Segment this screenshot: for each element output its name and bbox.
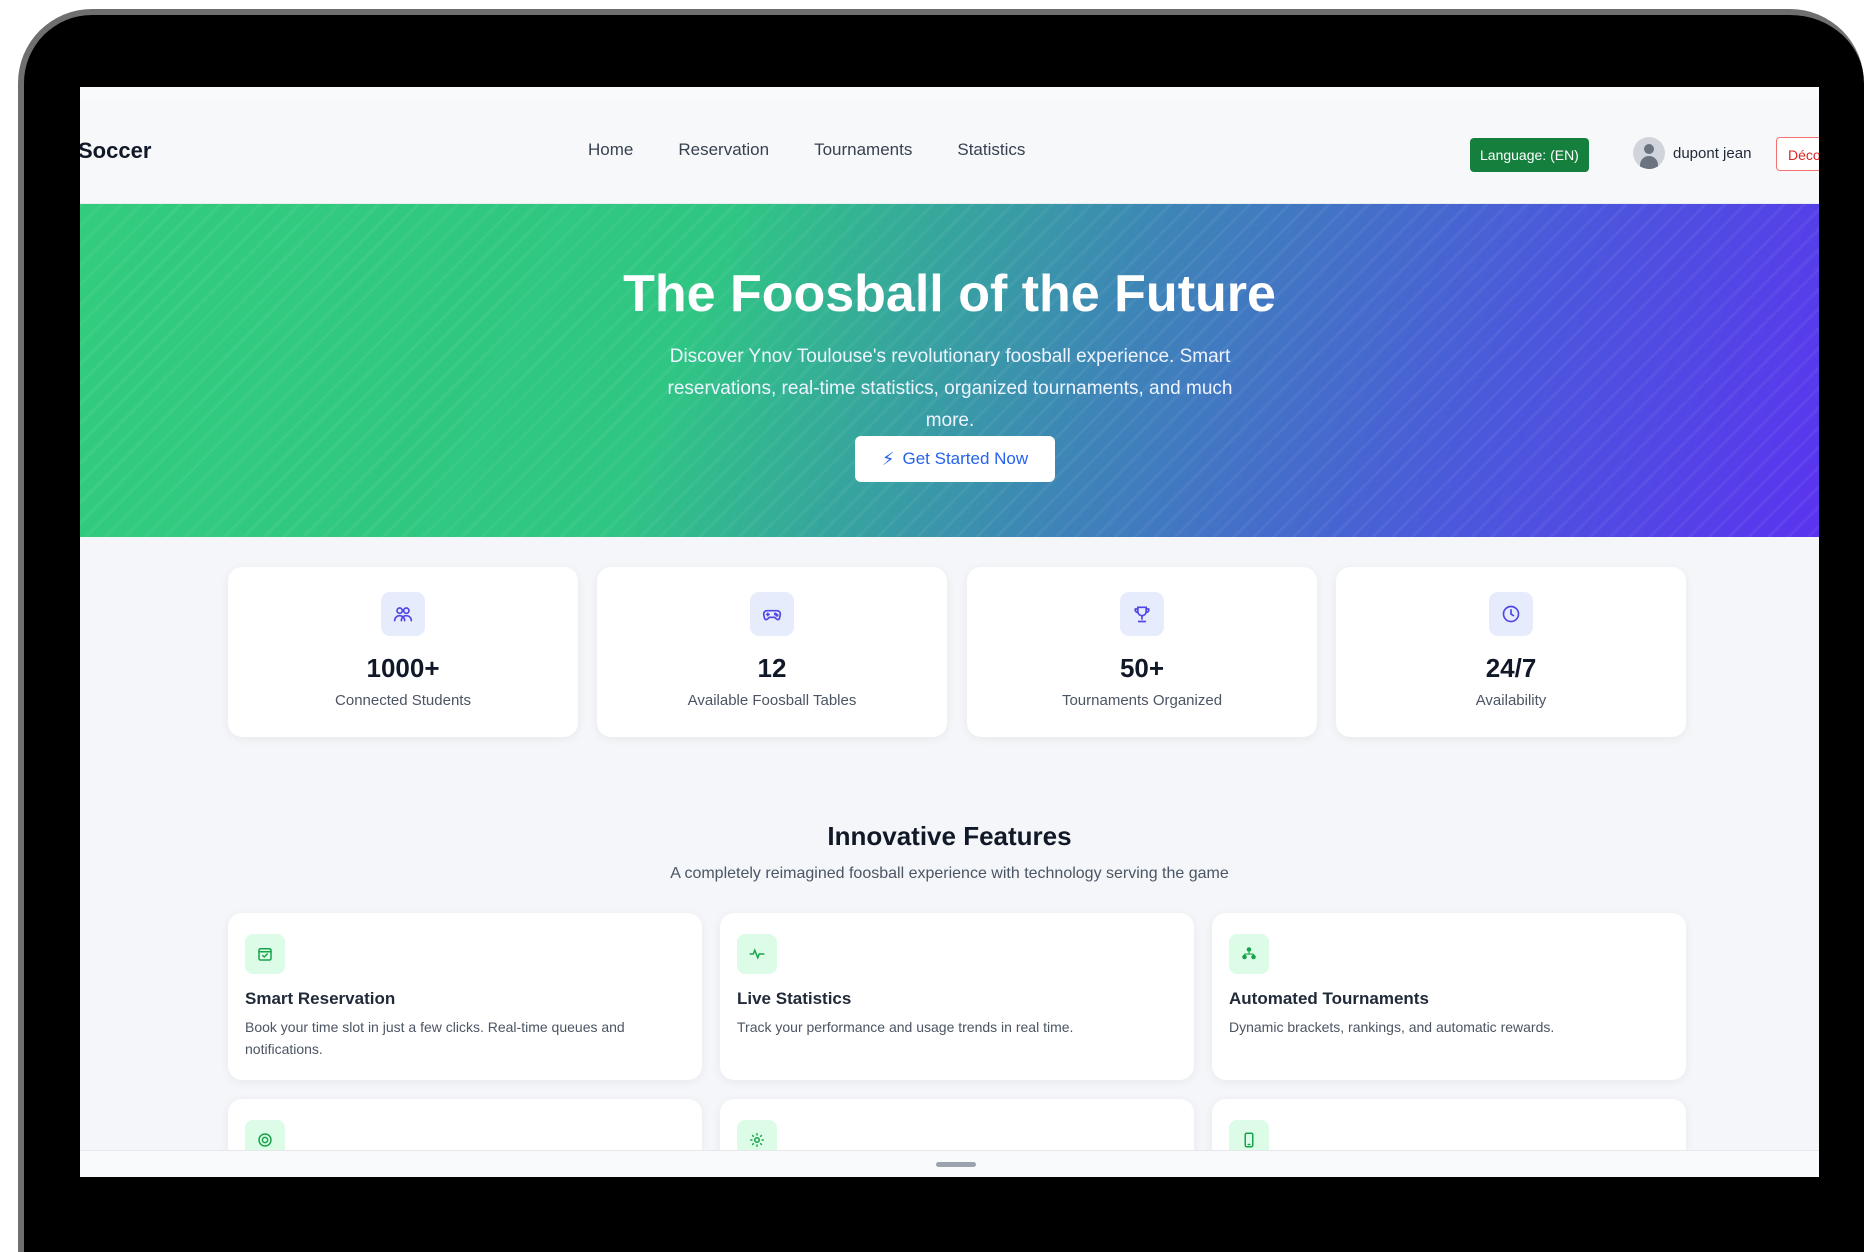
get-started-button[interactable]: ⚡ Get Started Now [855,436,1055,482]
nav-links: Home Reservation Tournaments Statistics [588,140,1025,160]
features-subtitle: A completely reimagined foosball experie… [670,865,1229,882]
feature-card[interactable]: Smart Reservation Book your time slot in… [228,913,702,1080]
stat-value: 50+ [1119,653,1165,683]
nav-link-reservation[interactable]: Reservation [678,140,769,160]
stat-label: Available Foosball Tables [687,692,857,709]
language-button[interactable]: Language: (EN) [1470,138,1589,172]
logout-button[interactable]: Déco [1776,137,1819,171]
feature-description: Book your time slot in just a few clicks… [245,1019,625,1057]
user-avatar-icon [1633,137,1665,169]
drag-handle[interactable] [936,1162,976,1167]
feature-card[interactable]: Live Statistics Track your performance a… [720,913,1194,1080]
hero-title: The Foosball of the Future [623,265,1276,323]
feature-description: Track your performance and usage trends … [737,1019,1074,1035]
feature-card[interactable]: Automated Tournaments Dynamic brackets, … [1212,913,1686,1080]
nav-link-statistics[interactable]: Statistics [957,140,1025,160]
stat-card: 24/7 Availability [1336,567,1686,737]
users-icon [381,592,425,636]
stat-card: 1000+ Connected Students [228,567,578,737]
stat-card: 12 Available Foosball Tables [597,567,947,737]
lightning-icon: ⚡ [881,448,895,469]
top-strip [80,87,1819,100]
activity-icon [737,934,777,974]
stat-label: Tournaments Organized [1061,692,1223,709]
feature-name: Smart Reservation [245,989,396,1008]
get-started-label: Get Started Now [902,449,1029,468]
brand-logo[interactable]: Soccer [80,138,151,164]
clock-icon [1489,592,1533,636]
feature-description: Dynamic brackets, rankings, and automati… [1229,1019,1555,1035]
bottom-bar [80,1150,1819,1177]
stat-label: Connected Students [335,692,471,709]
user-menu[interactable]: dupont jean [1633,137,1751,169]
stat-card: 50+ Tournaments Organized [967,567,1317,737]
bracket-icon [1229,934,1269,974]
navbar: Soccer Home Reservation Tournaments Stat… [80,100,1819,204]
stat-value: 24/7 [1485,653,1537,683]
hero-subtitle: Discover Ynov Toulouse's revolutionary f… [667,346,1233,431]
nav-link-home[interactable]: Home [588,140,633,160]
features-title: Innovative Features [827,821,1072,851]
feature-name: Live Statistics [737,989,852,1008]
hero-section: The Foosball of the Future Discover Ynov… [80,204,1819,537]
feature-name: Automated Tournaments [1229,989,1429,1008]
stat-label: Availability [1475,692,1547,709]
gamepad-icon [750,592,794,636]
trophy-icon [1120,592,1164,636]
stat-value: 1000+ [366,653,440,683]
browser-viewport: Soccer Home Reservation Tournaments Stat… [80,87,1819,1177]
user-name: dupont jean [1673,144,1752,162]
calendar-check-icon [245,934,285,974]
stat-value: 12 [757,653,787,683]
nav-link-tournaments[interactable]: Tournaments [814,140,912,160]
